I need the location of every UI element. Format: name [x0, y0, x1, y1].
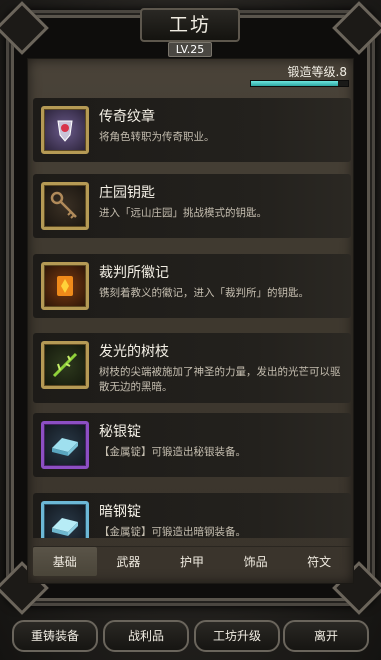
forge-progress-fill [251, 81, 339, 86]
key-icon [41, 182, 89, 230]
tab-runes[interactable]: 符文 [287, 547, 351, 576]
tab-basic[interactable]: 基础 [33, 547, 97, 576]
inquisition-emblem-icon [41, 262, 89, 310]
list-item[interactable]: 发光的树枝 树枝的尖端被施加了神圣的力量，发出的光芒可以驱散无边的黑暗。 [33, 333, 351, 403]
level-badge: LV.25 [168, 42, 212, 57]
glowing-branch-icon [41, 341, 89, 389]
item-name: 暗钢锭 [99, 504, 141, 520]
window-title: 工坊 [168, 14, 211, 36]
item-description: 【金属锭】可锻造出秘银装备。 [99, 446, 246, 458]
tab-weapons[interactable]: 武器 [97, 547, 161, 576]
workshop-upgrade-button[interactable]: 工坊升级 [194, 620, 280, 652]
forge-level-label: 锻造等级.8 [287, 65, 347, 79]
list-item[interactable]: 裁判所徽记 镌刻着教义的徽记，进入「裁判所」的钥匙。 [33, 254, 351, 318]
item-name: 秘银锭 [99, 424, 141, 440]
recipe-list[interactable]: 传奇纹章 将角色转职为传奇职业。 庄园钥匙 进入「远山庄园」挑战模式的钥匙。 裁… [33, 98, 351, 538]
item-description: 树枝的尖端被施加了神圣的力量，发出的光芒可以驱散无边的黑暗。 [99, 366, 341, 393]
item-name: 庄园钥匙 [99, 185, 155, 201]
category-tabs: 基础 武器 护甲 饰品 符文 [33, 546, 351, 576]
list-item[interactable]: 暗钢锭 【金属锭】可锻造出暗钢装备。 [33, 493, 351, 538]
tab-armor[interactable]: 护甲 [160, 547, 224, 576]
list-item[interactable]: 秘银锭 【金属锭】可锻造出秘银装备。 [33, 413, 351, 477]
dark-steel-ingot-icon [41, 501, 89, 538]
workshop-panel: 锻造等级.8 传奇纹章 将角色转职为传奇职业。 庄园钥匙 进入「远山庄园」挑战模… [27, 58, 354, 584]
item-name: 裁判所徽记 [99, 265, 169, 281]
loot-button[interactable]: 战利品 [103, 620, 189, 652]
item-name: 传奇纹章 [99, 109, 155, 125]
item-description: 进入「远山庄园」挑战模式的钥匙。 [99, 207, 267, 219]
title-plate: 工坊 [140, 8, 240, 42]
tab-accessories[interactable]: 饰品 [224, 547, 288, 576]
reforge-equipment-button[interactable]: 重铸装备 [12, 620, 98, 652]
item-description: 镌刻着教义的徽记，进入「裁判所」的钥匙。 [99, 287, 309, 299]
item-description: 【金属锭】可锻造出暗钢装备。 [99, 526, 246, 538]
mithril-ingot-icon [41, 421, 89, 469]
leave-button[interactable]: 离开 [283, 620, 369, 652]
list-item[interactable]: 庄园钥匙 进入「远山庄园」挑战模式的钥匙。 [33, 174, 351, 238]
item-name: 发光的树枝 [99, 344, 169, 360]
bottom-action-bar: 重铸装备 战利品 工坊升级 离开 [10, 620, 371, 652]
item-description: 将角色转职为传奇职业。 [99, 131, 215, 143]
legend-crest-icon [41, 106, 89, 154]
forge-progress-bar [250, 80, 349, 87]
list-item[interactable]: 传奇纹章 将角色转职为传奇职业。 [33, 98, 351, 162]
